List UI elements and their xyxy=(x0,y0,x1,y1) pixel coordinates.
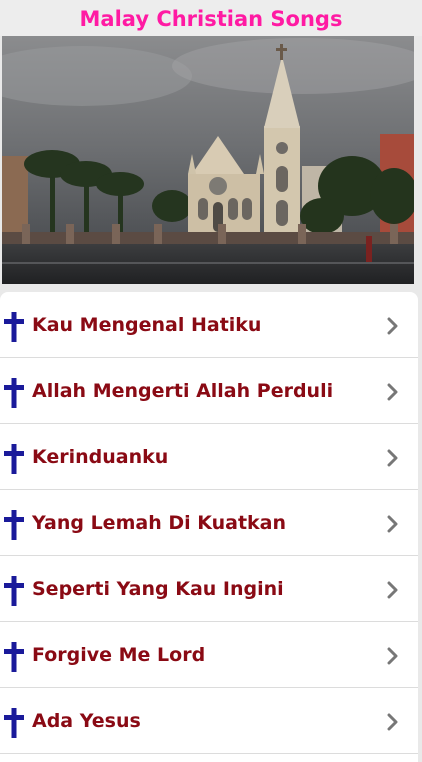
song-title: Allah Mengerti Allah Perduli xyxy=(32,380,334,402)
cross-icon xyxy=(2,377,26,409)
cross-icon xyxy=(2,707,26,739)
song-title: Kau Mengenal Hatiku xyxy=(32,314,262,336)
list-item[interactable]: Ada Yesus xyxy=(0,688,418,754)
list-item[interactable]: Kerinduanku xyxy=(0,424,418,490)
song-title: Yang Lemah Di Kuatkan xyxy=(32,512,287,534)
app-title: Malay Christian Songs xyxy=(0,0,422,36)
chevron-right-icon xyxy=(386,647,400,665)
song-title: Seperti Yang Kau Ingini xyxy=(32,578,284,600)
chevron-right-icon xyxy=(386,713,400,731)
cross-icon xyxy=(2,641,26,673)
chevron-right-icon xyxy=(386,515,400,533)
list-item[interactable]: Allah Mengerti Allah Perduli xyxy=(0,358,418,424)
list-item[interactable]: Yang Lemah Di Kuatkan xyxy=(0,490,418,556)
cross-icon xyxy=(2,443,26,475)
song-list: Kau Mengenal Hatiku Allah Mengerti Allah … xyxy=(0,292,418,762)
chevron-right-icon xyxy=(386,581,400,599)
chevron-right-icon xyxy=(386,449,400,467)
cross-icon xyxy=(2,311,26,343)
song-title: Ada Yesus xyxy=(32,710,141,732)
chevron-right-icon xyxy=(386,383,400,401)
church-banner-image xyxy=(2,36,414,284)
cross-icon xyxy=(2,575,26,607)
list-item[interactable]: Kau Mengenal Hatiku xyxy=(0,292,418,358)
list-item[interactable]: Seperti Yang Kau Ingini xyxy=(0,556,418,622)
chevron-right-icon xyxy=(386,317,400,335)
song-title: Kerinduanku xyxy=(32,446,169,468)
list-item[interactable]: Forgive Me Lord xyxy=(0,622,418,688)
cross-icon xyxy=(2,509,26,541)
song-title: Forgive Me Lord xyxy=(32,644,206,666)
